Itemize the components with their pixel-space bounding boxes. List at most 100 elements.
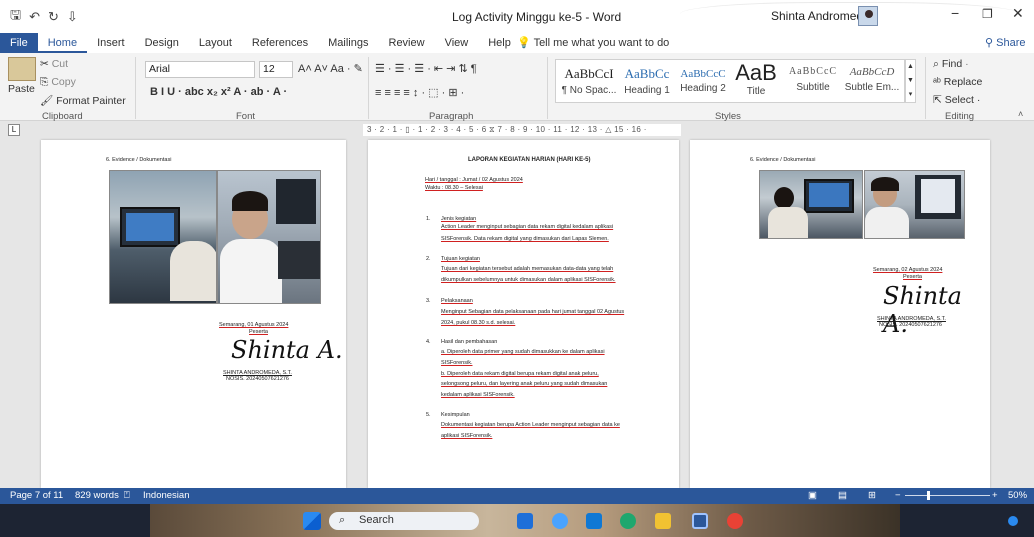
avatar[interactable]	[858, 6, 878, 26]
account-name[interactable]: Shinta Andromeda	[771, 9, 870, 23]
redo-icon[interactable]: ↻	[48, 9, 59, 25]
style-heading-2[interactable]: AaBbCcC Heading 2	[674, 66, 732, 94]
section-line: kedalam aplikasi SISForensik.	[441, 391, 515, 399]
undo-icon[interactable]: ↶	[29, 9, 40, 25]
shirt-shape	[865, 207, 909, 238]
status-bar: Page 7 of 11 829 words ⍞ Indonesian ▣ ▤ …	[0, 488, 1034, 504]
style-no-spacing[interactable]: AaBbCcI ¶ No Spac...	[560, 66, 618, 96]
restore-button[interactable]: ❐	[982, 7, 993, 21]
word-count[interactable]: 829 words	[75, 490, 119, 501]
paragraph-row-2[interactable]: ≡ ≡ ≡ ≡ ↕ · ⬚ · ⊞ ·	[375, 86, 464, 99]
chrome-icon[interactable]	[727, 513, 743, 529]
head-shape	[774, 187, 794, 209]
share-button[interactable]: ⚲ Share	[985, 36, 1025, 49]
close-button[interactable]: ✕	[1012, 5, 1024, 22]
font-format-row[interactable]: B I U · abc x₂ x² A · ab · A ·	[150, 86, 287, 98]
minimize-button[interactable]: −	[951, 5, 959, 21]
page-right[interactable]: 6. Evidence / Dokumentasi Semarang, 02 A…	[690, 140, 990, 488]
section-heading: Kesimpulan	[441, 412, 470, 418]
proofing-icon[interactable]: ⍞	[124, 490, 130, 501]
styles-scroll[interactable]: ▲ ▼ ▾	[905, 59, 916, 103]
notification-icon[interactable]	[1008, 516, 1018, 526]
paragraph-row-1[interactable]: ☰ · ☰ · ☰ · ⇤ ⇥ ⇅ ¶	[375, 62, 477, 75]
section-line-text: Dokumentasi kegiatan berupa Action Leade…	[441, 422, 620, 428]
section-number: 5.	[426, 412, 431, 418]
replace-button[interactable]: ᵃᵇ Replace	[933, 76, 982, 88]
select-label: Select	[944, 94, 974, 106]
tab-file[interactable]: File	[0, 33, 38, 53]
title-bar: 🖫 ↶ ↻ ⇩ Log Activity Minggu ke-5 - Word …	[0, 0, 1034, 33]
style-subtle-emphasis[interactable]: AaBbCcD Subtle Em...	[842, 66, 902, 93]
page-middle[interactable]: LAPORAN KEGIATAN HARIAN (HARI KE-5) Hari…	[368, 140, 679, 488]
taskbar-search[interactable]: Search	[329, 512, 479, 530]
copy-button[interactable]: ⎘ Copy	[40, 76, 76, 89]
horizontal-ruler[interactable]: 3 · 2 · 1 · ▯ · 1 · 2 · 3 · 4 · 5 · 6 ⧖ …	[363, 124, 681, 136]
cut-button[interactable]: ✂ Cut	[40, 58, 68, 70]
search-icon: ⌕	[339, 514, 346, 526]
screen-shape	[921, 179, 955, 213]
scissors-icon: ✂	[40, 58, 52, 70]
section-line: Tujuan dari kegiatan tersebut adalah mem…	[441, 265, 613, 273]
web-layout-icon[interactable]: ⊞	[868, 490, 876, 501]
section-line: b. Diperoleh data rekam digital berupa r…	[441, 370, 599, 378]
section-line: a. Diperoleh data primer yang sudah dima…	[441, 348, 605, 356]
paste-button[interactable]: Paste	[8, 83, 35, 95]
section-heading: Tujuan kegiatan	[441, 255, 480, 263]
format-painter-button[interactable]: 🖌 Format Painter	[40, 94, 126, 107]
section-line: selongsong peluru, dan layering anak pel…	[441, 380, 607, 388]
word-icon[interactable]	[692, 513, 708, 529]
tell-me-box[interactable]: 💡 Tell me what you want to do	[517, 36, 669, 49]
signature: Shinta A.	[231, 336, 343, 364]
find-button[interactable]: ⌕ Find ·	[933, 58, 969, 71]
section-line: Action Leader menginput sebagian data re…	[441, 223, 613, 231]
zoom-out-icon[interactable]: −	[895, 490, 901, 501]
copy-label: Copy	[51, 76, 76, 88]
tab-insert[interactable]: Insert	[87, 33, 135, 53]
tab-selector[interactable]: L	[8, 124, 20, 136]
font-size-box[interactable]: 12	[259, 61, 293, 78]
page-left[interactable]: 6. Evidence / Dokumentasi Semarang, 01 A…	[41, 140, 346, 488]
tab-references[interactable]: References	[242, 33, 318, 53]
hair-shape	[232, 191, 268, 211]
zoom-slider[interactable]	[905, 495, 990, 496]
style-title[interactable]: AaB Title	[730, 60, 782, 97]
font-grow-shrink[interactable]: A˄ A˅ Aa · ✎	[298, 62, 363, 75]
collapse-ribbon-icon[interactable]: ˄	[1018, 109, 1023, 119]
font-name-box[interactable]: Arial	[145, 61, 255, 78]
customize-icon[interactable]: ⇩	[67, 9, 78, 25]
edge-icon[interactable]	[620, 513, 636, 529]
mail-icon[interactable]	[586, 513, 602, 529]
start-icon[interactable]	[303, 512, 321, 530]
tab-review[interactable]: Review	[379, 33, 435, 53]
tab-mailings[interactable]: Mailings	[318, 33, 378, 53]
save-icon[interactable]: 🖫	[10, 6, 21, 28]
report-title: LAPORAN KEGIATAN HARIAN (HARI KE-5)	[468, 157, 591, 163]
tab-layout[interactable]: Layout	[189, 33, 242, 53]
file-explorer-icon[interactable]	[655, 513, 671, 529]
style-subtitle[interactable]: AaBbCcC Subtitle	[784, 66, 842, 93]
photo-workstation-2	[759, 170, 863, 239]
signature: Shinta A.	[883, 282, 962, 338]
section-heading-text: Jenis kegiatan	[441, 216, 477, 222]
language[interactable]: Indonesian	[143, 490, 189, 501]
tab-design[interactable]: Design	[135, 33, 189, 53]
tab-view[interactable]: View	[435, 33, 479, 53]
zoom-level[interactable]: 50%	[1008, 490, 1027, 501]
task-view-icon[interactable]	[517, 513, 533, 529]
zoom-in-icon[interactable]: +	[992, 490, 998, 501]
zoom-slider-thumb[interactable]	[927, 491, 930, 500]
page-count[interactable]: Page 7 of 11	[10, 490, 63, 501]
focus-icon[interactable]: ▣	[808, 490, 817, 501]
section-line: Dokumentasi kegiatan berupa Action Leade…	[441, 421, 620, 429]
tab-help[interactable]: Help	[478, 33, 521, 53]
style-heading-1[interactable]: AaBbCc Heading 1	[618, 66, 676, 96]
widgets-icon[interactable]	[552, 513, 568, 529]
section-line: aplikasi SISForensik.	[441, 432, 492, 440]
tab-home[interactable]: Home	[37, 33, 88, 53]
section-number: 2.	[426, 256, 431, 262]
select-button[interactable]: ⇱ Select ·	[933, 94, 980, 106]
find-label: Find	[941, 58, 963, 70]
style-sample: AaBbCcI	[564, 66, 614, 81]
print-layout-icon[interactable]: ▤	[838, 490, 847, 501]
role: Peserta	[249, 328, 268, 336]
